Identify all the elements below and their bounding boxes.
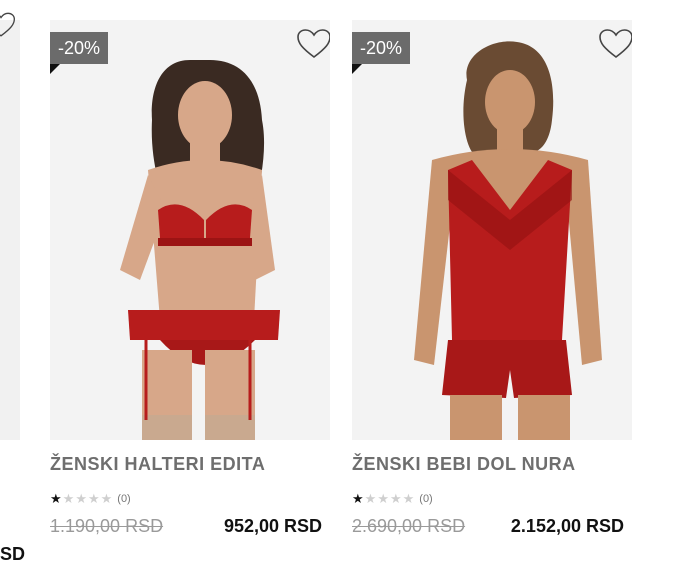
partial-product-card[interactable] bbox=[0, 20, 20, 440]
star-icon: ★ bbox=[100, 491, 113, 506]
old-price: 2.690,00 RSD bbox=[352, 516, 466, 536]
rating: ★ ★ ★ ★ ★ (0) bbox=[50, 492, 131, 505]
star-icon: ★ bbox=[377, 491, 389, 506]
partial-product-image[interactable] bbox=[0, 20, 20, 440]
product-card[interactable]: -20% ŽENSKI BEBI DOL NURA ★ ★ ★ ★ ★ (0) … bbox=[352, 20, 632, 560]
old-price: 1.190,00 RSD bbox=[50, 516, 164, 536]
discount-badge: -20% bbox=[352, 32, 411, 64]
star-icon: ★ bbox=[62, 491, 75, 506]
discount-badge: -20% bbox=[50, 32, 109, 64]
partial-price: SD bbox=[0, 544, 26, 564]
star-icon: ★ bbox=[389, 491, 402, 506]
star-icon: ★ bbox=[50, 491, 62, 506]
heart-outline-icon[interactable] bbox=[296, 28, 330, 60]
rating: ★ ★ ★ ★ ★ (0) bbox=[352, 492, 433, 505]
star-icon: ★ bbox=[75, 491, 87, 506]
star-icon: ★ bbox=[87, 491, 100, 506]
badge-tail bbox=[352, 64, 362, 74]
star-icon: ★ bbox=[352, 491, 364, 506]
badge-tail bbox=[50, 64, 60, 74]
product-card[interactable]: -20% ŽENSKI HALTERI EDITA ★ ★ ★ ★ ★ (0) … bbox=[50, 20, 330, 560]
product-image[interactable]: -20% bbox=[50, 20, 330, 440]
product-title[interactable]: ŽENSKI HALTERI EDITA bbox=[50, 454, 265, 475]
rating-count: (0) bbox=[419, 492, 433, 505]
star-icon: ★ bbox=[364, 491, 377, 506]
product-title[interactable]: ŽENSKI BEBI DOL NURA bbox=[352, 454, 576, 475]
heart-outline-icon[interactable] bbox=[598, 28, 632, 60]
new-price: 952,00 RSD bbox=[223, 516, 322, 536]
rating-count: (0) bbox=[117, 492, 131, 505]
heart-outline-icon[interactable] bbox=[0, 10, 16, 40]
star-icon: ★ bbox=[402, 491, 415, 506]
product-image[interactable]: -20% bbox=[352, 20, 632, 440]
new-price: 2.152,00 RSD bbox=[510, 516, 624, 536]
